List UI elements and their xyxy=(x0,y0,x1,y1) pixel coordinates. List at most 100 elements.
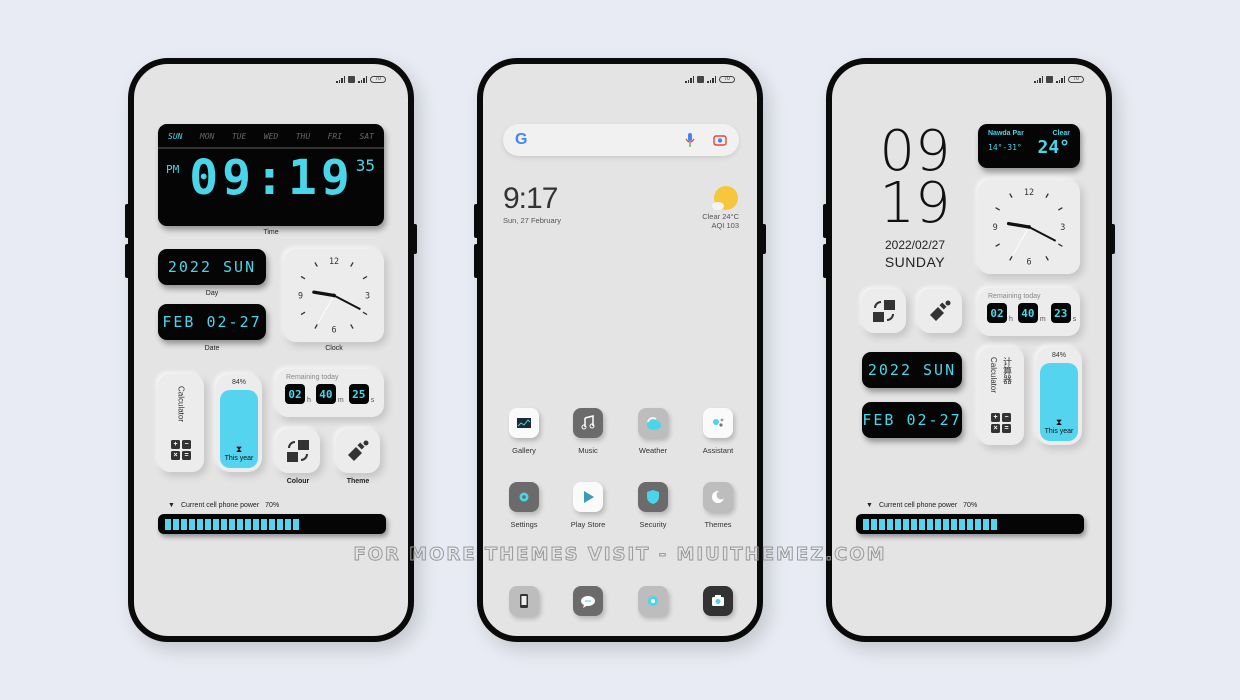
colour-swap-icon xyxy=(287,440,309,462)
power-label: Current cell phone power xyxy=(878,502,958,509)
power-button xyxy=(1109,224,1115,254)
analog-clock-widget[interactable]: 12 3 6 9 xyxy=(284,249,384,342)
dock-camera[interactable] xyxy=(691,586,745,616)
app-security[interactable]: Security xyxy=(626,482,680,529)
app-label: Security xyxy=(639,520,667,529)
volume-button xyxy=(823,204,829,238)
app-music[interactable]: Music xyxy=(561,408,615,455)
app-play-store[interactable]: Play Store xyxy=(561,482,615,529)
weekday-tue: TUE xyxy=(231,132,247,141)
date-widget[interactable]: FEB 02-27 xyxy=(158,304,266,340)
clock-widget[interactable]: 9:17 Sun, 27 February xyxy=(503,182,561,225)
clock-numeral-12: 12 xyxy=(329,256,339,266)
calculator-widget[interactable]: Calculator 计算器 + − × = xyxy=(978,347,1024,445)
seconds-unit: s xyxy=(1072,316,1077,323)
clock-numeral-12: 12 xyxy=(1024,187,1034,197)
year-progress-widget[interactable]: 84% ⧗ This year xyxy=(1036,347,1082,445)
weather-widget[interactable]: Nawda Par Clear 14°-31° 24° xyxy=(978,124,1080,168)
theme-button[interactable] xyxy=(336,429,380,473)
colour-label: Colour xyxy=(286,478,310,485)
power-segment xyxy=(959,518,965,530)
status-bar: 70 xyxy=(1034,76,1084,83)
signal-icon xyxy=(358,76,367,83)
power-segment xyxy=(951,518,957,530)
theme-label: Theme xyxy=(346,478,370,485)
power-segment xyxy=(919,518,925,530)
paintbrush-icon xyxy=(930,300,951,321)
dock-browser[interactable] xyxy=(626,586,680,616)
power-segment xyxy=(293,518,299,530)
remaining-today-widget[interactable]: Remaining today 02 h 40 m 25 s xyxy=(276,369,384,417)
big-minute: 19 xyxy=(879,171,951,236)
plus-key: + xyxy=(991,413,1000,422)
tick-mark xyxy=(1009,255,1013,261)
hours-unit: h xyxy=(307,397,311,404)
big-clock-widget[interactable]: 09 19 2022/02/27 SUNDAY xyxy=(862,124,968,271)
minus-key: − xyxy=(182,440,191,449)
app-weather[interactable]: Weather xyxy=(626,408,680,455)
signal-icon xyxy=(707,76,716,83)
remaining-today-widget[interactable]: Remaining today 02 h 40 m 23 s xyxy=(978,288,1080,336)
app-themes[interactable]: Themes xyxy=(691,482,745,529)
power-segment xyxy=(277,518,283,530)
year-progress-fill: ⧗ This year xyxy=(220,390,258,468)
date-widget[interactable]: FEB 02-27 xyxy=(862,402,962,438)
colour-swap-icon xyxy=(873,300,895,322)
day-widget[interactable]: 2022 SUN xyxy=(862,352,962,388)
weather-condition: Clear 24°C xyxy=(702,212,739,221)
app-gallery[interactable]: Gallery xyxy=(497,408,551,455)
theme-button[interactable] xyxy=(918,289,962,333)
app-settings[interactable]: Settings xyxy=(497,482,551,529)
colour-button[interactable] xyxy=(276,429,320,473)
minute-hand xyxy=(1028,226,1057,242)
power-label: Current cell phone power xyxy=(180,502,260,509)
minus-key: − xyxy=(1002,413,1011,422)
temp-range: 14°-31° xyxy=(988,143,1022,152)
weather-icon xyxy=(638,408,668,438)
dock-message[interactable] xyxy=(561,586,615,616)
analog-clock-widget[interactable]: 12 3 6 9 xyxy=(978,180,1080,274)
triangle-down-icon: ▼ xyxy=(168,502,175,509)
day-widget[interactable]: 2022 SUN xyxy=(158,249,266,285)
app-assistant[interactable]: Assistant xyxy=(691,408,745,455)
moon-icon xyxy=(703,482,733,512)
paintbrush-icon xyxy=(348,440,369,461)
time-widget[interactable]: SUN MON TUE WED THU FRI SAT PM 09:19 35 xyxy=(158,124,384,226)
hour-hand xyxy=(312,290,336,298)
year-label: This year xyxy=(1044,428,1074,435)
minute-hand xyxy=(333,294,361,311)
tick-mark xyxy=(995,207,1001,211)
gallery-icon xyxy=(509,408,539,438)
mic-icon[interactable] xyxy=(685,133,695,147)
remaining-hours: 02 xyxy=(285,384,305,404)
hour-hand xyxy=(1006,221,1031,229)
time-display: 9:17 xyxy=(503,182,558,215)
remaining-seconds: 25 xyxy=(348,384,369,404)
minutes-unit: m xyxy=(1039,316,1046,323)
calculator-widget[interactable]: Calculator + − × = xyxy=(158,374,204,472)
google-search-bar[interactable]: G xyxy=(503,124,739,156)
colour-button[interactable] xyxy=(862,289,906,333)
sim-icon xyxy=(1046,76,1053,83)
signal-icon xyxy=(685,76,694,83)
lens-icon[interactable] xyxy=(713,134,727,146)
power-segment xyxy=(903,518,909,530)
camera-icon xyxy=(703,586,733,616)
power-segment xyxy=(197,518,203,530)
date-display: Sun, 27 February xyxy=(503,216,561,225)
times-key: × xyxy=(171,451,180,460)
date-display: 2022/02/27 xyxy=(884,238,946,252)
power-bar xyxy=(158,514,386,534)
signal-icon xyxy=(336,76,345,83)
tick-mark xyxy=(995,243,1001,247)
city-name: Nawda Par xyxy=(988,130,1024,137)
dock-phone[interactable] xyxy=(497,586,551,616)
weekday-sun: SUN xyxy=(168,132,183,141)
power-segment xyxy=(927,518,933,530)
phone-icon xyxy=(509,586,539,616)
clock-widget-label: Clock xyxy=(325,345,343,352)
power-segment xyxy=(269,518,275,530)
weather-widget[interactable]: Clear 24°C AQI 103 xyxy=(702,186,739,230)
year-progress-widget[interactable]: 84% ⧗ This year xyxy=(216,374,262,472)
remaining-minutes: 40 xyxy=(1017,303,1038,323)
